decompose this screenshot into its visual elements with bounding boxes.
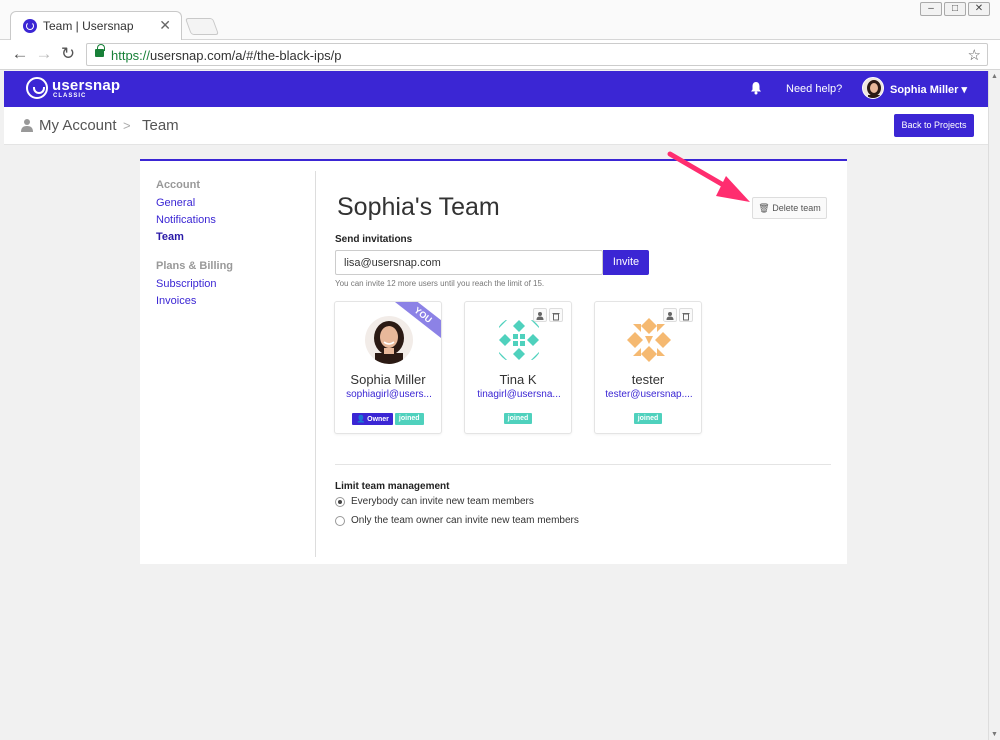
page-scrollbar[interactable]: ▲ ▼ [988, 71, 1000, 740]
sidebar-item-general[interactable]: General [156, 197, 306, 209]
maximize-icon[interactable]: □ [944, 2, 966, 16]
remove-member-trash-icon[interactable] [679, 308, 693, 322]
scroll-down-icon[interactable]: ▼ [991, 731, 998, 738]
page-title: Sophia's Team [337, 193, 500, 221]
member-actions [533, 308, 563, 322]
limit-team-management-label: Limit team management [335, 481, 450, 492]
joined-badge: joined [503, 413, 533, 424]
radio-button[interactable] [335, 496, 345, 507]
logo-text[interactable]: usersnap [52, 77, 120, 94]
back-arrow-icon[interactable]: ← [10, 44, 30, 64]
member-badges: joined [465, 413, 571, 424]
address-bar[interactable]: https://usersnap.com/a/#/the-black-ips/p… [86, 43, 988, 66]
member-name: Sophia Miller [350, 372, 426, 387]
breadcrumb-team: Team [142, 117, 179, 134]
browser-titlebar: Team | Usersnap ✕ – □ ✕ [0, 0, 1000, 40]
lock-icon [95, 44, 105, 57]
joined-badge: joined [394, 413, 424, 425]
sidebar-heading-account: Account [156, 179, 200, 191]
member-card: tester tester@usersnap.... joined [594, 301, 702, 434]
app-header: usersnap CLASSIC Need help? Sophia Mille… [4, 71, 988, 107]
breadcrumb-separator: > [123, 118, 131, 133]
user-icon [21, 119, 33, 132]
sidebar-item-subscription[interactable]: Subscription [156, 278, 306, 290]
usersnap-logo-icon[interactable] [26, 77, 48, 99]
annotation-arrow-icon [667, 151, 750, 202]
trash-icon: 🗑 [758, 203, 770, 213]
member-identicon [625, 316, 673, 364]
member-card: YOU Sophia Miller sophiagirl@users... 👤 … [334, 301, 442, 434]
member-avatar [365, 316, 413, 364]
forward-arrow-icon[interactable]: → [34, 44, 54, 64]
need-help-link[interactable]: Need help? [786, 83, 842, 95]
sidebar-item-team[interactable]: Team [156, 231, 306, 243]
member-email[interactable]: sophiagirl@users... [341, 389, 437, 400]
settings-sidebar: Account General Notifications Team Plans… [156, 179, 306, 312]
scroll-up-icon[interactable]: ▲ [991, 73, 998, 80]
new-tab-button[interactable] [184, 18, 220, 35]
make-owner-user-icon[interactable] [663, 308, 677, 322]
member-badges: joined [595, 413, 701, 424]
logo-subtitle: CLASSIC [53, 93, 87, 99]
sidebar-item-notifications[interactable]: Notifications [156, 214, 306, 226]
member-email[interactable]: tester@usersnap.... [601, 389, 697, 400]
member-identicon [495, 316, 543, 364]
user-avatar[interactable] [862, 77, 884, 99]
invite-button[interactable]: Invite [603, 250, 649, 275]
browser-toolbar: ← → ↻ https://usersnap.com/a/#/the-black… [0, 40, 1000, 70]
team-content: Sophia's Team 🗑 Delete team Send invitat… [334, 161, 834, 561]
member-badges: 👤 Owner joined [335, 413, 441, 425]
tab-close-icon[interactable]: ✕ [159, 17, 171, 34]
reload-icon[interactable]: ↻ [58, 44, 78, 64]
owner-badge: 👤 Owner [352, 413, 393, 425]
radio-button[interactable] [335, 515, 345, 526]
close-window-icon[interactable]: ✕ [968, 2, 990, 16]
usersnap-favicon-icon [23, 19, 37, 33]
bell-icon[interactable] [750, 81, 762, 95]
bookmark-star-icon[interactable]: ☆ [968, 46, 981, 64]
joined-badge: joined [633, 413, 663, 424]
minimize-icon[interactable]: – [920, 2, 942, 16]
send-invitations-label: Send invitations [335, 234, 413, 245]
radio-only-owner-can-invite[interactable]: Only the team owner can invite new team … [335, 515, 579, 526]
delete-team-button[interactable]: 🗑 Delete team [752, 197, 827, 219]
breadcrumb-bar: My Account > Team Back to Projects [4, 107, 988, 145]
browser-tab[interactable]: Team | Usersnap ✕ [10, 11, 182, 40]
member-name: tester [631, 372, 665, 387]
invite-email-input[interactable] [335, 250, 603, 275]
invite-limit-hint: You can invite 12 more users until you r… [335, 279, 545, 288]
member-actions [663, 308, 693, 322]
user-menu[interactable]: Sophia Miller ▾ [890, 83, 967, 96]
url-text: https://usersnap.com/a/#/the-black-ips/p [111, 48, 342, 63]
tab-title: Team | Usersnap [43, 19, 134, 33]
sidebar-item-invoices[interactable]: Invoices [156, 295, 306, 307]
section-divider [335, 464, 831, 465]
member-card: Tina K tinagirl@usersna... joined [464, 301, 572, 434]
sidebar-divider [315, 171, 316, 557]
member-email[interactable]: tinagirl@usersna... [471, 389, 567, 400]
breadcrumb-my-account[interactable]: My Account [39, 117, 117, 134]
radio-everybody-can-invite[interactable]: Everybody can invite new team members [335, 496, 534, 507]
remove-member-trash-icon[interactable] [549, 308, 563, 322]
team-settings-card: Account General Notifications Team Plans… [140, 159, 847, 564]
member-name: Tina K [499, 372, 537, 387]
make-owner-user-icon[interactable] [533, 308, 547, 322]
sidebar-heading-billing: Plans & Billing [156, 260, 234, 272]
back-to-projects-button[interactable]: Back to Projects [894, 114, 974, 137]
window-controls: – □ ✕ [920, 2, 990, 16]
